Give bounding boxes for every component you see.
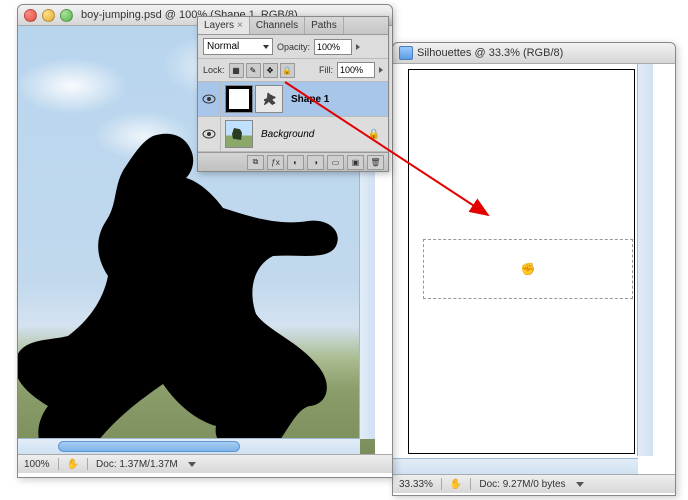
document-icon: [399, 46, 413, 60]
canvas-silhouettes[interactable]: ✊: [393, 64, 653, 474]
vertical-scrollbar[interactable]: [637, 64, 653, 456]
zoom-level[interactable]: 33.33%: [399, 479, 433, 490]
flyout-icon[interactable]: [576, 482, 584, 487]
layer-shape-1[interactable]: Shape 1: [198, 82, 388, 117]
blend-opacity-row: Normal Opacity: 100%: [198, 35, 388, 59]
fx-icon[interactable]: ƒx: [267, 155, 284, 170]
fill-input[interactable]: 100%: [337, 62, 375, 78]
lock-icon: 🔒: [368, 129, 380, 140]
statusbar-silhouettes: 33.33% ✋ Doc: 9.27M/0 bytes: [393, 474, 675, 493]
layer-name[interactable]: Shape 1: [291, 94, 329, 105]
lock-all-icon[interactable]: 🔒: [280, 63, 295, 78]
opacity-input[interactable]: 100%: [314, 39, 352, 55]
visibility-toggle[interactable]: [198, 82, 221, 116]
hand-tool-icon[interactable]: ✋: [67, 459, 79, 470]
panel-tabs: Layers× Channels Paths: [198, 17, 388, 35]
titlebar-silhouettes[interactable]: Silhouettes @ 33.3% (RGB/8): [393, 43, 675, 64]
horizontal-scrollbar[interactable]: [18, 438, 360, 454]
lock-label: Lock:: [203, 65, 225, 75]
layer-thumb[interactable]: [225, 120, 253, 148]
flyout-arrow-icon[interactable]: [379, 67, 383, 73]
tab-channels[interactable]: Channels: [250, 17, 305, 34]
adjustment-icon[interactable]: ◑: [307, 155, 324, 170]
doc-size: Doc: 9.27M/0 bytes: [479, 479, 565, 490]
statusbar-boy-jumping: 100% ✋ Doc: 1.37M/1.37M: [18, 454, 392, 473]
lock-position-icon[interactable]: ✥: [263, 63, 278, 78]
flyout-icon[interactable]: [188, 462, 196, 467]
zoom-level[interactable]: 100%: [24, 459, 50, 470]
mask-icon[interactable]: ◐: [287, 155, 304, 170]
horizontal-scrollbar[interactable]: [393, 458, 638, 474]
new-layer-icon[interactable]: ▣: [347, 155, 364, 170]
flyout-arrow-icon[interactable]: [356, 44, 360, 50]
chevron-down-icon: [263, 45, 269, 49]
lock-icons: ▦ ✎ ✥ 🔒: [229, 63, 295, 78]
doc-size: Doc: 1.37M/1.37M: [96, 459, 178, 470]
hand-tool-icon[interactable]: ✋: [450, 479, 462, 490]
traffic-lights: [24, 9, 73, 22]
layers-list: Shape 1 Background 🔒: [198, 82, 388, 152]
lock-transparency-icon[interactable]: ▦: [229, 63, 244, 78]
group-icon[interactable]: ▭: [327, 155, 344, 170]
trash-icon[interactable]: 🗑: [367, 155, 384, 170]
window-title: Silhouettes @ 33.3% (RGB/8): [417, 47, 563, 59]
vector-mask-thumb[interactable]: [255, 85, 283, 113]
drag-drop-ghost: ✊: [423, 239, 633, 299]
layer-name[interactable]: Background: [261, 129, 314, 140]
shape-silhouette: [18, 126, 375, 454]
fill-label: Fill:: [319, 65, 333, 75]
layer-mask-thumb[interactable]: [225, 85, 253, 113]
layers-panel: Layers× Channels Paths Normal Opacity: 1…: [197, 16, 389, 172]
link-layers-icon[interactable]: ⧉: [247, 155, 264, 170]
scrollbar-thumb[interactable]: [58, 441, 240, 452]
lock-fill-row: Lock: ▦ ✎ ✥ 🔒 Fill: 100%: [198, 59, 388, 82]
tab-paths[interactable]: Paths: [305, 17, 344, 34]
visibility-toggle[interactable]: [198, 117, 221, 151]
close-icon[interactable]: ×: [237, 20, 243, 31]
close-button[interactable]: [24, 9, 37, 22]
panel-footer: ⧉ ƒx ◐ ◑ ▭ ▣ 🗑: [198, 152, 388, 171]
layer-background[interactable]: Background 🔒: [198, 117, 388, 152]
tab-layers[interactable]: Layers×: [198, 17, 250, 34]
minimize-button[interactable]: [42, 9, 55, 22]
blend-mode-select[interactable]: Normal: [203, 38, 273, 55]
grab-cursor-icon: ✊: [521, 262, 536, 276]
opacity-label: Opacity:: [277, 42, 310, 52]
lock-pixels-icon[interactable]: ✎: [246, 63, 261, 78]
zoom-button[interactable]: [60, 9, 73, 22]
document-window-silhouettes: Silhouettes @ 33.3% (RGB/8) ✊ 33.33% ✋ D…: [392, 42, 676, 496]
